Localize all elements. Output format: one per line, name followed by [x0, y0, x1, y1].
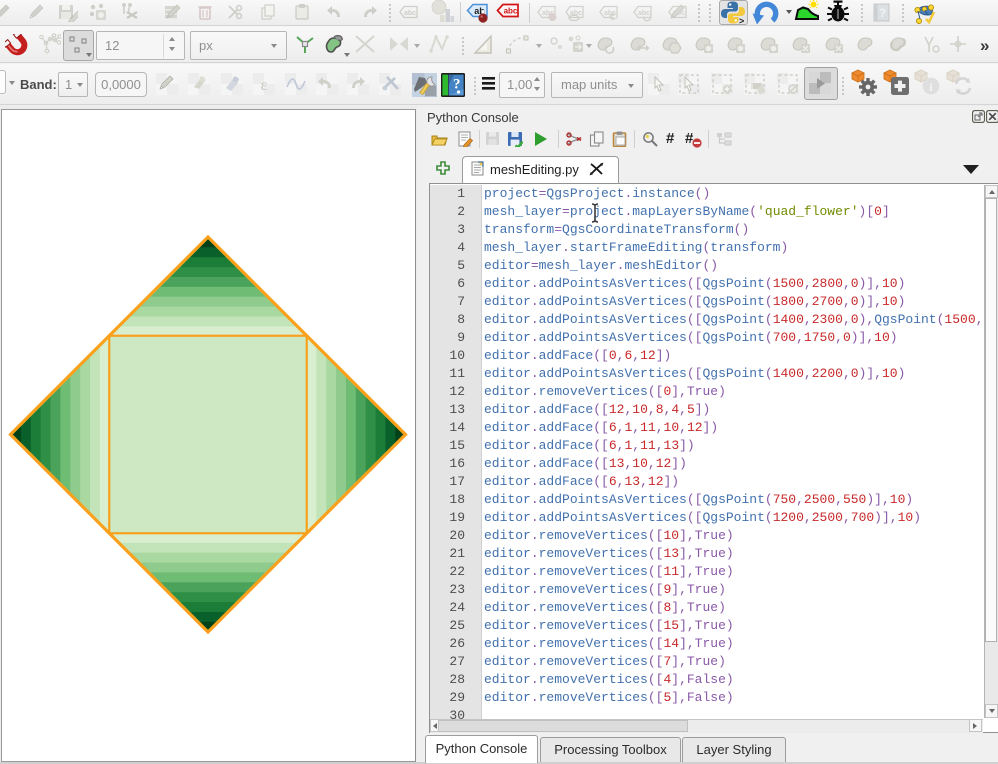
- svg-text:abc: abc: [504, 7, 518, 16]
- svg-text:?: ?: [453, 77, 461, 93]
- svg-text:>: >: [739, 16, 744, 25]
- svg-text:ε: ε: [261, 77, 268, 94]
- svg-text:abc: abc: [404, 10, 416, 17]
- svg-text:abc: abc: [638, 10, 650, 17]
- svg-text:?: ?: [879, 6, 886, 20]
